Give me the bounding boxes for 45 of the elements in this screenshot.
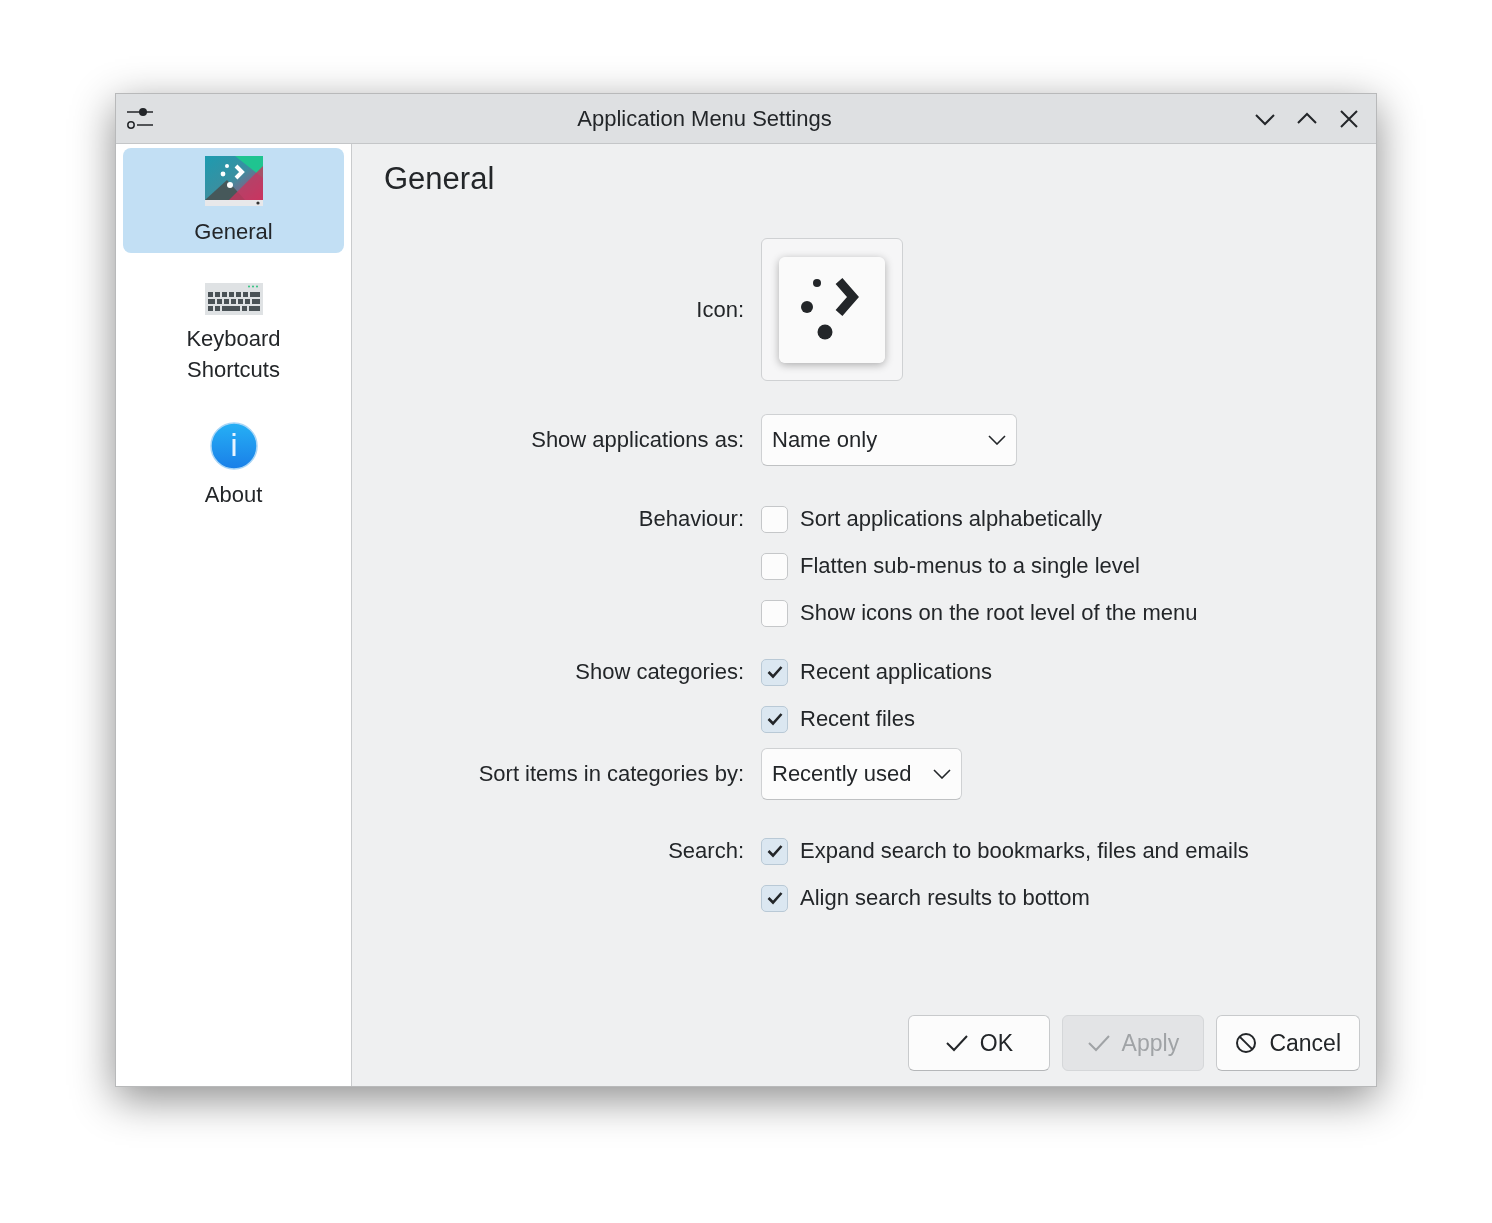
checkbox-label: Recent files xyxy=(800,706,915,732)
field-label: Search: xyxy=(667,837,744,865)
dropdown[interactable]: Name only xyxy=(761,414,1017,466)
checkbox[interactable] xyxy=(761,552,788,580)
field-label: Sort items in categories by: xyxy=(477,760,744,788)
checkbox[interactable] xyxy=(761,658,788,686)
checkbox[interactable] xyxy=(761,599,788,627)
app-launcher-icon xyxy=(204,156,263,208)
checkbox-label: Expand search to bookmarks, files and emails xyxy=(800,838,1249,864)
checkbox-label: Show icons on the root level of the menu xyxy=(800,600,1198,626)
page-heading: General xyxy=(384,160,496,198)
check-icon xyxy=(1087,1034,1110,1052)
checkbox-label: Recent applications xyxy=(800,659,992,685)
field-label: Show categories: xyxy=(574,658,744,686)
sliders-icon xyxy=(127,106,155,131)
checkbox-label: Flatten sub-menus to a single level xyxy=(800,553,1140,579)
checkbox-label: Align search results to bottom xyxy=(800,885,1090,911)
checkbox[interactable] xyxy=(761,505,788,533)
chevron-down-icon xyxy=(988,435,1006,445)
cancel-icon xyxy=(1235,1032,1258,1054)
keyboard-icon xyxy=(204,283,263,315)
icon-picker-button[interactable] xyxy=(761,238,903,381)
checkbox[interactable] xyxy=(761,837,788,865)
checkmark-icon xyxy=(765,889,784,907)
checkmark-icon xyxy=(765,842,784,860)
sidebar-item[interactable]: Keyboard Shortcuts xyxy=(123,275,344,391)
sidebar-item[interactable]: About xyxy=(123,413,344,516)
checkmark-icon xyxy=(765,663,784,681)
field-label: Behaviour: xyxy=(637,505,744,533)
checkmark-icon xyxy=(765,710,784,728)
close-button[interactable] xyxy=(1338,107,1360,130)
field-label: Icon: xyxy=(695,295,744,324)
dialog-button[interactable]: OK xyxy=(908,1015,1051,1071)
checkbox[interactable] xyxy=(761,705,788,733)
checkbox-label: Sort applications alphabetically xyxy=(800,506,1103,532)
checkbox[interactable] xyxy=(761,884,788,912)
check-icon xyxy=(945,1034,968,1052)
launcher-icon xyxy=(779,256,885,363)
dialog-button[interactable]: Cancel xyxy=(1216,1015,1360,1071)
dropdown[interactable]: Recently used xyxy=(761,748,963,800)
info-icon xyxy=(208,421,259,471)
window-title: Application Menu Settings xyxy=(576,105,833,132)
chevron-down-icon xyxy=(933,769,952,779)
field-label: Show applications as: xyxy=(530,426,744,454)
sidebar-item[interactable]: General xyxy=(123,148,344,253)
